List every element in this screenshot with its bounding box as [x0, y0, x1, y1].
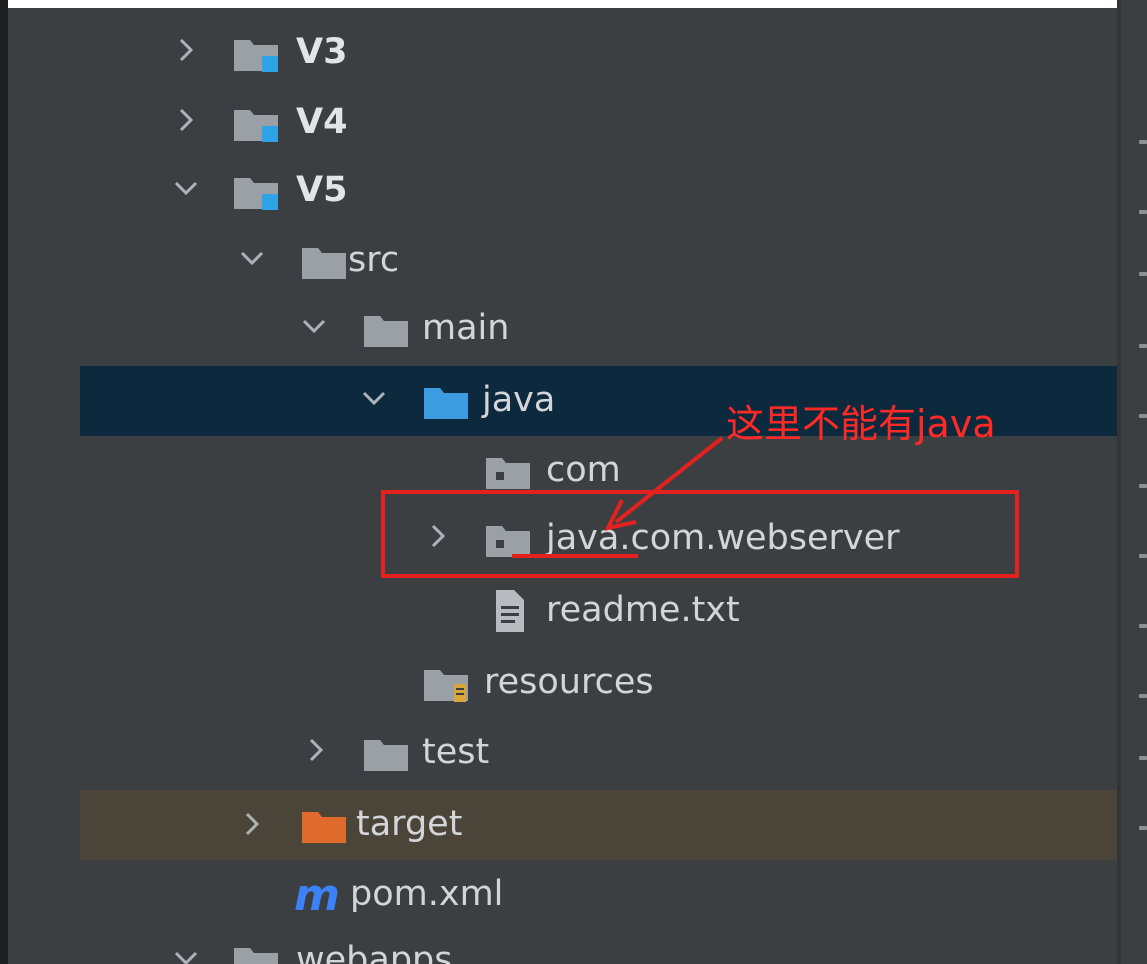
- tree-item-label: target: [356, 804, 463, 844]
- tree-item-readme[interactable]: readme.txt: [8, 580, 1117, 642]
- strip-tick: [1139, 756, 1147, 760]
- chevron-right-icon[interactable]: [242, 810, 262, 838]
- strip-tick: [1139, 624, 1147, 628]
- tree-item-v3[interactable]: V3: [8, 22, 1117, 84]
- tree-item-main[interactable]: main: [8, 298, 1117, 360]
- text-file-icon: [492, 588, 528, 632]
- tree-item-label: V3: [296, 32, 348, 72]
- chevron-right-icon[interactable]: [306, 736, 326, 764]
- tree-item-pom[interactable]: m pom.xml: [8, 864, 1117, 926]
- maven-icon: m: [292, 870, 352, 918]
- folder-icon: [300, 242, 350, 280]
- strip-tick: [1139, 210, 1147, 214]
- chevron-down-icon[interactable]: [172, 944, 200, 964]
- chevron-down-icon[interactable]: [300, 312, 328, 340]
- top-edge: [0, 0, 1147, 8]
- tree-item-v4[interactable]: V4: [8, 92, 1117, 154]
- module-folder-icon: [232, 172, 282, 210]
- chevron-down-icon[interactable]: [238, 244, 266, 272]
- tree-item-test[interactable]: test: [8, 722, 1117, 784]
- chevron-right-icon[interactable]: [176, 36, 196, 64]
- annotation-text: 这里不能有java: [726, 402, 996, 446]
- strip-tick: [1139, 344, 1147, 348]
- tree-item-label: webapps: [296, 940, 453, 964]
- excluded-folder-icon: [300, 806, 350, 844]
- tree-item-target[interactable]: target: [80, 790, 1117, 860]
- tree-item-label: main: [422, 308, 510, 348]
- tree-item-label: resources: [484, 662, 654, 702]
- tree-item-label: test: [422, 732, 490, 772]
- strip-tick: [1139, 140, 1147, 144]
- module-folder-icon: [232, 34, 282, 72]
- folder-icon: [362, 310, 412, 348]
- chevron-down-icon[interactable]: [172, 174, 200, 202]
- package-icon: [484, 452, 534, 490]
- strip-tick: [1139, 272, 1147, 276]
- svg-text:m: m: [294, 870, 340, 918]
- strip-tick: [1139, 694, 1147, 698]
- project-tree-panel: V3 V4 V5 src main java com java.com.webs…: [8, 8, 1117, 964]
- source-root-folder-icon: [422, 382, 472, 420]
- tree-item-label: readme.txt: [546, 590, 740, 630]
- strip-tick: [1139, 484, 1147, 488]
- module-folder-icon: [232, 104, 282, 142]
- tree-item-v5[interactable]: V5: [8, 160, 1117, 222]
- folder-icon: [232, 942, 282, 964]
- tree-item-src[interactable]: src: [8, 230, 1117, 292]
- chevron-down-icon[interactable]: [360, 384, 388, 412]
- tree-item-label: java: [482, 380, 556, 420]
- tree-item-label: pom.xml: [350, 874, 504, 914]
- tree-item-webapps[interactable]: webapps: [8, 930, 1117, 964]
- tree-item-label: src: [348, 240, 400, 280]
- right-tool-strip: [1121, 0, 1147, 964]
- chevron-right-icon[interactable]: [176, 106, 196, 134]
- resources-folder-icon: [422, 664, 472, 702]
- strip-tick: [1139, 826, 1147, 830]
- folder-icon: [362, 734, 412, 772]
- tree-item-label: com: [546, 450, 621, 490]
- left-gutter: [0, 0, 8, 964]
- tree-item-resources[interactable]: resources: [8, 652, 1117, 714]
- tree-item-label: V4: [296, 102, 348, 142]
- strip-tick: [1139, 554, 1147, 558]
- strip-tick: [1139, 414, 1147, 418]
- annotation-highlight-box: [381, 490, 1019, 578]
- tree-item-label: V5: [296, 170, 348, 210]
